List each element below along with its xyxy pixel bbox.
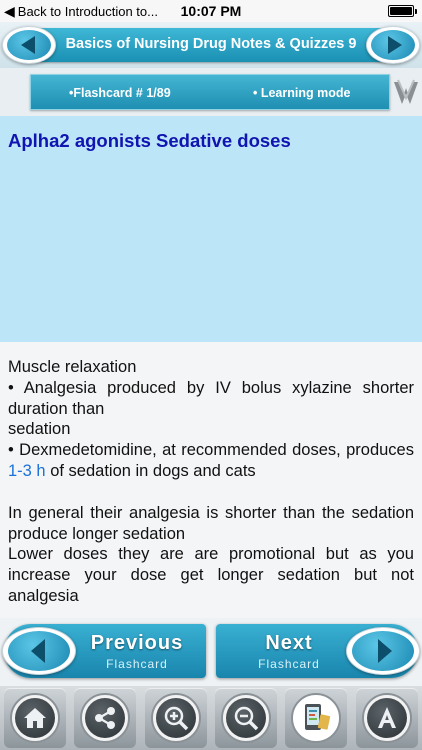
status-bar: ◀ Back to Introduction to... 10:07 PM: [0, 0, 422, 22]
highlighted-duration: 1-3 h: [8, 461, 46, 480]
arrow-right-icon: [387, 36, 402, 54]
answer-fragment: • Dexmedetomidine, at recommended doses,…: [8, 441, 414, 460]
font-size-icon: [377, 707, 396, 728]
previous-label: Previous: [90, 632, 184, 654]
header-forward-button[interactable]: [366, 26, 420, 64]
answer-line: Muscle relaxation: [8, 358, 137, 376]
flashcard-app-icon: [305, 704, 331, 730]
arrow-left-icon: [20, 36, 35, 54]
home-icon: [24, 708, 47, 728]
answer-line: In general their analgesia is shorter th…: [8, 503, 414, 543]
page-title: Basics of Nursing Drug Notes & Quizzes 9: [65, 36, 357, 52]
answer-line: • Dexmedetomidine, at recommended doses,…: [8, 440, 414, 482]
previous-flashcard-button[interactable]: Previous Flashcard: [2, 624, 206, 678]
bottom-toolbar: [0, 686, 422, 750]
arrow-left-icon: [30, 639, 45, 663]
arrow-right-icon: [377, 639, 392, 663]
font-size-button[interactable]: [355, 688, 418, 748]
next-flashcard-button[interactable]: Next Flashcard: [216, 624, 420, 678]
next-sublabel: Flashcard: [258, 657, 320, 671]
question-panel: Aplha2 agonists Sedative doses: [0, 116, 422, 342]
header-back-button[interactable]: [2, 26, 56, 64]
next-round: [346, 627, 420, 675]
answer-line: Lower doses they are are promotional but…: [8, 545, 414, 605]
home-button[interactable]: [4, 688, 67, 748]
answer-text: Muscle relaxation • Analgesia produced b…: [8, 357, 414, 607]
app-info-button[interactable]: [285, 688, 348, 748]
info-strip: •Flashcard # 1/89 • Learning mode: [30, 74, 390, 110]
answer-line: • Analgesia produced by IV bolus xylazin…: [8, 378, 414, 418]
answer-line: sedation: [8, 420, 71, 439]
previous-round: [2, 627, 76, 675]
status-time: 10:07 PM: [180, 3, 242, 19]
answer-fragment: of sedation in dogs and cats: [45, 461, 256, 480]
flashcard-counter: •Flashcard # 1/89: [69, 86, 171, 100]
previous-sublabel: Flashcard: [106, 657, 168, 671]
question-text: Aplha2 agonists Sedative doses: [8, 130, 291, 151]
battery-icon: [388, 5, 417, 17]
zoom-in-icon: [164, 706, 189, 731]
share-icon: [95, 707, 116, 729]
share-button[interactable]: [74, 688, 137, 748]
zoom-out-button[interactable]: [215, 688, 278, 748]
zoom-in-button[interactable]: [144, 688, 207, 748]
brand-logo-icon: [394, 79, 418, 104]
next-label: Next: [265, 632, 313, 654]
header: Basics of Nursing Drug Notes & Quizzes 9: [0, 22, 422, 68]
mode-label: • Learning mode: [253, 86, 351, 100]
zoom-out-icon: [234, 706, 259, 731]
